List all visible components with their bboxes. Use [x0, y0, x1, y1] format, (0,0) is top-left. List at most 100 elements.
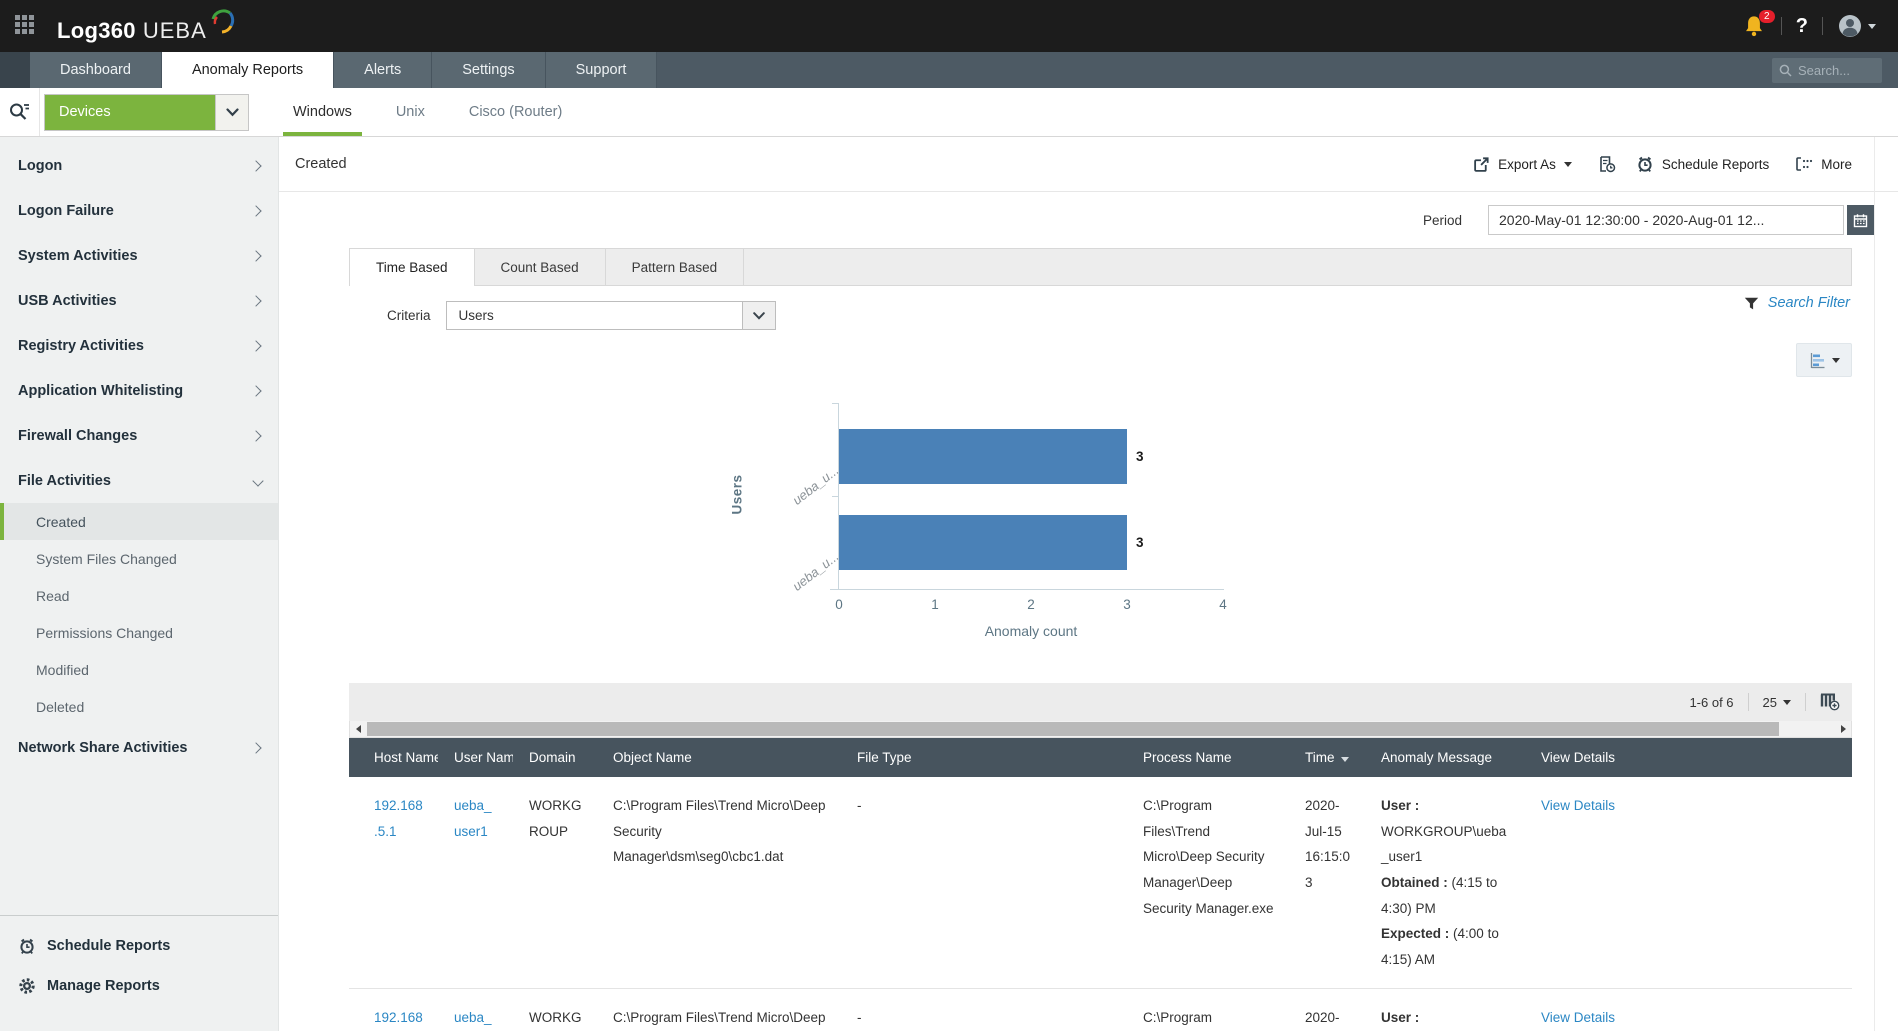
- tab-time-based[interactable]: Time Based: [349, 248, 475, 286]
- app-grid-icon[interactable]: [15, 15, 37, 37]
- export-as-button[interactable]: Export As: [1473, 156, 1572, 173]
- criteria-select[interactable]: Users: [446, 301, 776, 330]
- calendar-button[interactable]: [1847, 205, 1874, 235]
- sidebar-item-system-files-changed[interactable]: System Files Changed: [0, 540, 278, 577]
- sidebar-item-deleted[interactable]: Deleted: [0, 688, 278, 725]
- anomaly-message-cell: User : WORKGROUP\ueba_user2 Obtained : (…: [1365, 989, 1525, 1031]
- sidebar-item-read[interactable]: Read: [0, 577, 278, 614]
- process-cell: C:\Program Files\Trend Micro\Deep Securi…: [1127, 989, 1289, 1031]
- tab-pattern-based[interactable]: Pattern Based: [606, 249, 745, 285]
- col-time[interactable]: Time: [1289, 738, 1365, 777]
- user-link[interactable]: ueba_user1: [454, 798, 492, 839]
- nav-tab-settings[interactable]: Settings: [432, 52, 545, 88]
- global-search-box[interactable]: [1772, 58, 1882, 83]
- chevron-right-icon: [250, 385, 261, 396]
- horizontal-scrollbar[interactable]: [349, 721, 1852, 738]
- sidebar-item-firewall-changes[interactable]: Firewall Changes: [0, 413, 278, 458]
- help-icon[interactable]: ?: [1796, 15, 1808, 38]
- chart-type-button[interactable]: [1796, 343, 1852, 377]
- sidebar-item-system-activities[interactable]: System Activities: [0, 233, 278, 278]
- search-filter-link[interactable]: Search Filter: [1744, 295, 1850, 311]
- topbar-right-controls: 2 ?: [1743, 13, 1876, 39]
- pagination-range: 1-6 of 6: [1689, 695, 1733, 710]
- chevron-right-icon: [250, 742, 261, 753]
- host-link[interactable]: 192.168.5.1: [374, 798, 423, 839]
- scroll-right-arrow[interactable]: [1835, 721, 1851, 737]
- view-details-link[interactable]: View Details: [1541, 1010, 1615, 1025]
- bar-fill: [839, 429, 1127, 484]
- domain-cell: WORKGROUP: [513, 777, 597, 989]
- tab-unix[interactable]: Unix: [374, 88, 447, 136]
- col-view-details[interactable]: View Details: [1525, 738, 1852, 777]
- notification-count-badge: 2: [1759, 10, 1775, 23]
- brand-logo: Log360 UEBA: [57, 8, 235, 44]
- nav-tab-anomaly-reports[interactable]: Anomaly Reports: [162, 52, 334, 88]
- sidebar-item-registry-activities[interactable]: Registry Activities: [0, 323, 278, 368]
- scrollbar-thumb[interactable]: [367, 722, 1779, 736]
- time-cell: 2020-Jul-15 16:15:03: [1289, 777, 1365, 989]
- chevron-down-icon: [226, 108, 239, 117]
- sidebar-item-usb-activities[interactable]: USB Activities: [0, 278, 278, 323]
- more-button[interactable]: More: [1795, 156, 1852, 172]
- chevron-right-icon: [250, 250, 261, 261]
- notifications-bell-icon[interactable]: 2: [1743, 14, 1767, 38]
- tab-count-based[interactable]: Count Based: [475, 249, 606, 285]
- sidebar-item-logon-failure[interactable]: Logon Failure: [0, 188, 278, 233]
- tab-cisco-router[interactable]: Cisco (Router): [447, 88, 584, 136]
- main-content: Created Export As: [279, 137, 1898, 1031]
- criteria-group: Criteria Users: [387, 301, 776, 330]
- nav-tab-alerts[interactable]: Alerts: [334, 52, 432, 88]
- col-user-name[interactable]: User Name: [438, 738, 513, 777]
- column-chooser-icon[interactable]: [1820, 693, 1840, 711]
- period-input[interactable]: [1488, 205, 1844, 235]
- user-menu[interactable]: [1837, 13, 1876, 39]
- devices-dropdown-caret: [215, 95, 248, 130]
- sidebar-item-network-share-activities[interactable]: Network Share Activities: [0, 725, 278, 770]
- col-process-name[interactable]: Process Name: [1127, 738, 1289, 777]
- user-link[interactable]: ueba_user2: [454, 1010, 492, 1031]
- col-object-name[interactable]: Object Name: [597, 738, 841, 777]
- schedule-reports-button[interactable]: Schedule Reports: [1636, 155, 1769, 173]
- sidebar-item-created[interactable]: Created: [0, 503, 278, 540]
- brand-ueba: UEBA: [143, 18, 207, 44]
- scroll-left-arrow[interactable]: [350, 721, 366, 737]
- bar-value-label: 3: [1136, 449, 1144, 464]
- col-anomaly-message[interactable]: Anomaly Message: [1365, 738, 1525, 777]
- chart-y-axis-title: Users: [730, 474, 745, 514]
- sidebar-item-modified[interactable]: Modified: [0, 651, 278, 688]
- sidebar-item-logon[interactable]: Logon: [0, 143, 278, 188]
- chevron-right-icon: [250, 430, 261, 441]
- chart-bar[interactable]: 3: [839, 429, 1223, 484]
- topbar-divider: [1822, 17, 1823, 35]
- search-input[interactable]: [1798, 63, 1868, 78]
- sidebar-schedule-reports[interactable]: Schedule Reports: [0, 926, 278, 966]
- col-file-type[interactable]: File Type: [841, 738, 1127, 777]
- report-schedule-icon-button[interactable]: [1598, 155, 1616, 173]
- chart-bar[interactable]: 3: [839, 515, 1223, 570]
- sort-desc-icon: [1341, 757, 1349, 762]
- tab-windows[interactable]: Windows: [271, 88, 374, 136]
- sidebar-item-permissions-changed[interactable]: Permissions Changed: [0, 614, 278, 651]
- sidebar-item-file-activities[interactable]: File Activities: [0, 458, 278, 503]
- chevron-down-icon: [1832, 358, 1840, 363]
- avatar-icon: [1837, 13, 1863, 39]
- sidebar-footer: Schedule Reports Manage Reports: [0, 915, 278, 1006]
- devices-dropdown[interactable]: Devices: [44, 94, 249, 131]
- page-title: Created: [295, 156, 347, 172]
- nav-tab-support[interactable]: Support: [546, 52, 658, 88]
- device-sub-nav: Devices Windows Unix Cisco (Router): [0, 88, 1898, 137]
- host-link[interactable]: 192.168.6.1: [374, 1010, 423, 1031]
- sidebar-manage-reports[interactable]: Manage Reports: [0, 966, 278, 1006]
- sidebar-item-application-whitelisting[interactable]: Application Whitelisting: [0, 368, 278, 413]
- col-domain[interactable]: Domain: [513, 738, 597, 777]
- report-search-icon[interactable]: [0, 88, 40, 136]
- criteria-selected-value: Users: [447, 308, 742, 323]
- view-details-link[interactable]: View Details: [1541, 798, 1615, 813]
- bar-value-label: 3: [1136, 535, 1144, 550]
- col-host-name[interactable]: Host Name: [349, 738, 438, 777]
- more-icon: [1795, 156, 1813, 172]
- page-size-dropdown[interactable]: 25: [1763, 695, 1791, 710]
- object-cell: C:\Program Files\Trend Micro\Deep Securi…: [597, 777, 841, 989]
- bar-fill: [839, 515, 1127, 570]
- nav-tab-dashboard[interactable]: Dashboard: [30, 52, 162, 88]
